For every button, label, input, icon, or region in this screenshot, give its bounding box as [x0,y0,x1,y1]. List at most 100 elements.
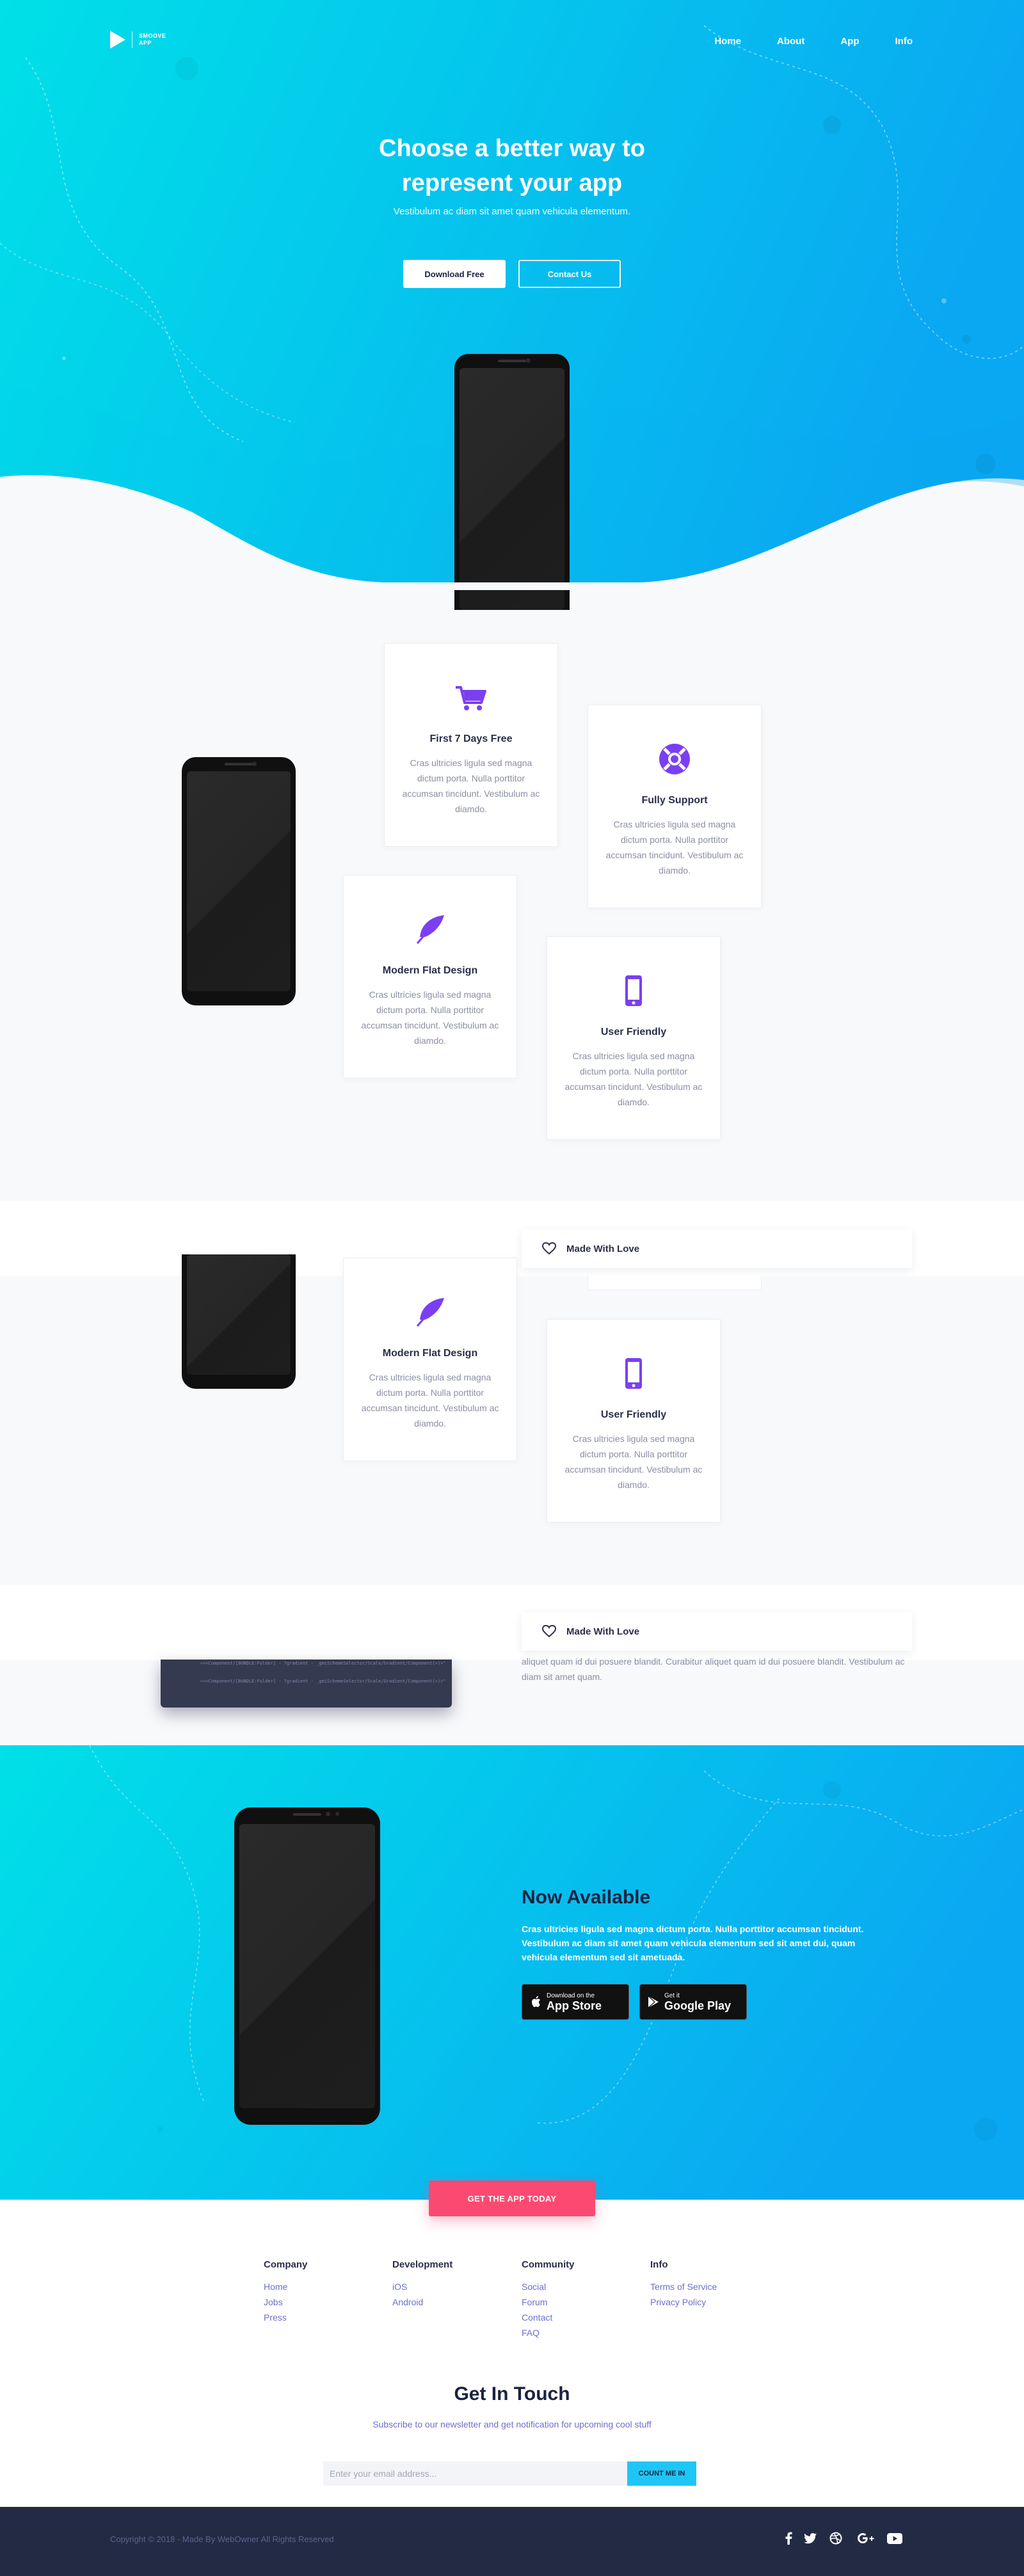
twitter-icon[interactable] [801,2529,819,2547]
app-store-small-text: Download on the [547,1992,595,1999]
feature-title: User Friendly [600,1027,667,1037]
google-play-icon [648,1996,659,2008]
app-store-labels: Download on the App Store [547,1992,602,2012]
app-store-button[interactable]: Download on the App Store [522,1984,629,2020]
feature-title: User Friendly [600,1409,667,1420]
feature-title: Fully Support [641,795,708,806]
footer-link-android[interactable]: Android [392,2294,452,2310]
feather-icon [416,915,444,944]
code-line: <<<Component/[BUNDLE:Folder] - ?gradient… [200,1679,446,1684]
footer-link-contact[interactable]: Contact [522,2310,575,2325]
feature-card-design: Modern Flat Design Cras ultricies ligula… [343,875,517,1078]
feature-text: Cras ultricies ligula sed magna dictum p… [564,1434,703,1490]
copyright-text: Copyright © 2018 - Made By WebOwner All … [110,2534,334,2544]
footer-column-community: Community Social Forum Contact FAQ [522,2259,575,2340]
hero-title-line-1: Choose a better way to [379,135,645,162]
nav-about[interactable]: About [777,36,804,47]
heart-icon [542,1625,556,1638]
youtube-icon[interactable] [884,2529,905,2547]
cart-icon [456,686,486,710]
feature-card-user-friendly: User Friendly Cras ultricies ligula sed … [547,936,721,1140]
logo-line-1: SMOOVE [139,33,166,39]
feature-text: Cras ultricies ligula sed magna dictum p… [361,989,499,1046]
download-free-button[interactable]: Download Free [403,260,506,288]
brand-logo[interactable]: SMOOVE APP [110,31,166,49]
google-play-labels: Get it Google Play [664,1992,731,2012]
footer-link-jobs[interactable]: Jobs [264,2294,307,2310]
google-play-button[interactable]: Get it Google Play [639,1984,747,2020]
logo-line-2: APP [139,40,152,46]
heart-icon [542,1242,556,1255]
footer-section [0,2200,1024,2507]
hero-title-line-2: represent your app [401,170,623,196]
feature-title: Modern Flat Design [382,1348,478,1359]
footer-link-terms[interactable]: Terms of Service [650,2279,717,2294]
hero-bottom-cover [0,582,1024,590]
feature-text: Cras ultricies ligula sed magna dictum p… [402,758,540,814]
mobile-icon [625,975,642,1006]
email-field[interactable] [323,2461,627,2486]
footer-column-title: Info [650,2259,668,2270]
feature-title: First 7 Days Free [429,733,513,744]
available-title: Now Available [522,1887,651,1908]
phone-sensor [335,1812,340,1816]
feature-card-support-partial [588,1276,762,1290]
available-background [0,1745,1024,2200]
mobile-icon [625,1358,642,1389]
phone-screen [239,1824,375,2108]
dribbble-icon[interactable] [827,2529,845,2547]
footer-column-title: Company [264,2259,308,2270]
play-logo-icon [110,31,125,49]
footer-link-press[interactable]: Press [264,2310,307,2325]
feature-card-free-trial: First 7 Days Free Cras ultricies ligula … [384,643,558,847]
google-plus-icon[interactable] [855,2529,877,2547]
made-with-love-bar: Made With Love [522,1229,912,1268]
google-play-big-text: Google Play [664,1999,732,2012]
footer-link-social[interactable]: Social [522,2279,575,2294]
nav-app[interactable]: App [840,36,859,47]
made-with-love-text: Made With Love [566,1243,640,1254]
phone-camera [525,358,531,363]
facebook-icon[interactable] [780,2529,797,2547]
phone-camera [326,1812,331,1816]
footer-link-faq[interactable]: FAQ [522,2325,575,2340]
footer-column-title: Development [392,2259,453,2270]
available-section [0,1745,1024,2200]
available-text: Cras ultricies ligula sed magna dictum p… [522,1924,864,1962]
get-the-app-button[interactable]: GET THE APP TODAY [429,2180,595,2216]
phone-speaker [498,360,526,362]
contact-us-button[interactable]: Contact Us [518,260,621,288]
newsletter-subtitle: Subscribe to our newsletter and get noti… [372,2419,652,2429]
feature-card-user-friendly-repeat: User Friendly Cras ultricies ligula sed … [547,1319,721,1523]
footer-link-ios[interactable]: iOS [392,2279,452,2294]
footer-column-company: Company Home Jobs Press [264,2259,307,2325]
apple-icon [532,1996,540,2007]
logo-text: SMOOVE APP [139,33,166,47]
available-phone-mockup [234,1807,380,2125]
code-section-text: aliquet quam id dui posuere blandit. Cur… [522,1656,905,1682]
phone-speaker [225,763,253,765]
made-with-love-text: Made With Love [566,1626,640,1637]
footer-link-forum[interactable]: Forum [522,2294,575,2310]
hero-subtitle: Vestibulum ac diam sit amet quam vehicul… [393,206,631,217]
newsletter-title: Get In Touch [454,2383,570,2404]
lifebuoy-icon [659,744,690,774]
app-store-big-text: App Store [547,1999,602,2012]
feather-icon [416,1298,444,1327]
phone-screen [187,1254,291,1375]
phone-screen [187,771,291,991]
feature-phone-mockup [182,757,296,1005]
footer-column-info: Info Terms of Service Privacy Policy [650,2259,717,2310]
nav-home[interactable]: Home [714,36,741,47]
subscribe-button[interactable]: COUNT ME IN [627,2461,696,2486]
feature-card-design-repeat: Modern Flat Design Cras ultricies ligula… [343,1258,517,1461]
footer-link-privacy[interactable]: Privacy Policy [650,2294,717,2310]
footer-link-home[interactable]: Home [264,2279,307,2294]
phone-speaker [293,1813,321,1816]
feature-title: Modern Flat Design [382,965,478,976]
feature-text: Cras ultricies ligula sed magna dictum p… [564,1051,703,1107]
nav-info[interactable]: Info [895,36,913,47]
phone-camera [252,762,257,766]
hero-phone-mockup [454,354,570,610]
hero-title: Choose a better way to represent your ap… [0,131,1024,200]
